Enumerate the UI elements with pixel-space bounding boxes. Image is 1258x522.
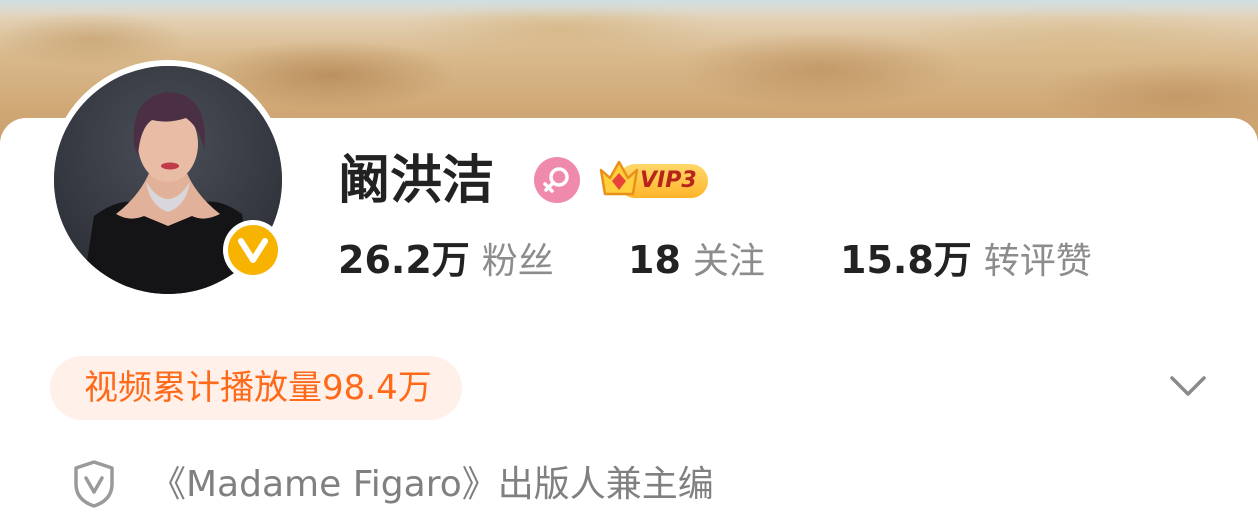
cover-sky bbox=[0, 0, 1258, 18]
stat-followers-value: 26.2万 bbox=[338, 238, 470, 282]
video-play-count-pill[interactable]: 视频累计播放量98.4万 bbox=[50, 356, 462, 420]
profile-header: 阚洪洁 VIP3 26.2万 粉丝 18 关注 15.8万 转评赞 视频累计播放量98… bbox=[0, 0, 1258, 522]
vip-badge[interactable]: VIP3 bbox=[596, 156, 710, 202]
stat-following-label: 关注 bbox=[692, 241, 765, 282]
shield-v-icon bbox=[70, 458, 118, 510]
bio-text: 《Madame Figaro》出版人兼主编 bbox=[150, 464, 714, 505]
stat-interactions-value: 15.8万 bbox=[840, 238, 972, 282]
chevron-down-icon[interactable] bbox=[1166, 368, 1210, 404]
user-name: 阚洪洁 bbox=[338, 151, 495, 211]
verified-badge[interactable] bbox=[223, 220, 283, 280]
vip-level-text: VIP3 bbox=[640, 168, 697, 193]
stat-followers-label: 粉丝 bbox=[481, 241, 554, 282]
stat-followers[interactable]: 26.2万 粉丝 bbox=[338, 232, 554, 296]
stat-interactions-label: 转评赞 bbox=[983, 241, 1092, 282]
crown-icon bbox=[599, 160, 639, 196]
stat-following-value: 18 bbox=[628, 238, 681, 282]
stat-interactions[interactable]: 15.8万 转评赞 bbox=[840, 232, 1092, 296]
stat-following[interactable]: 18 关注 bbox=[628, 232, 765, 296]
female-symbol-icon bbox=[534, 157, 580, 203]
verified-v-icon bbox=[228, 225, 278, 275]
